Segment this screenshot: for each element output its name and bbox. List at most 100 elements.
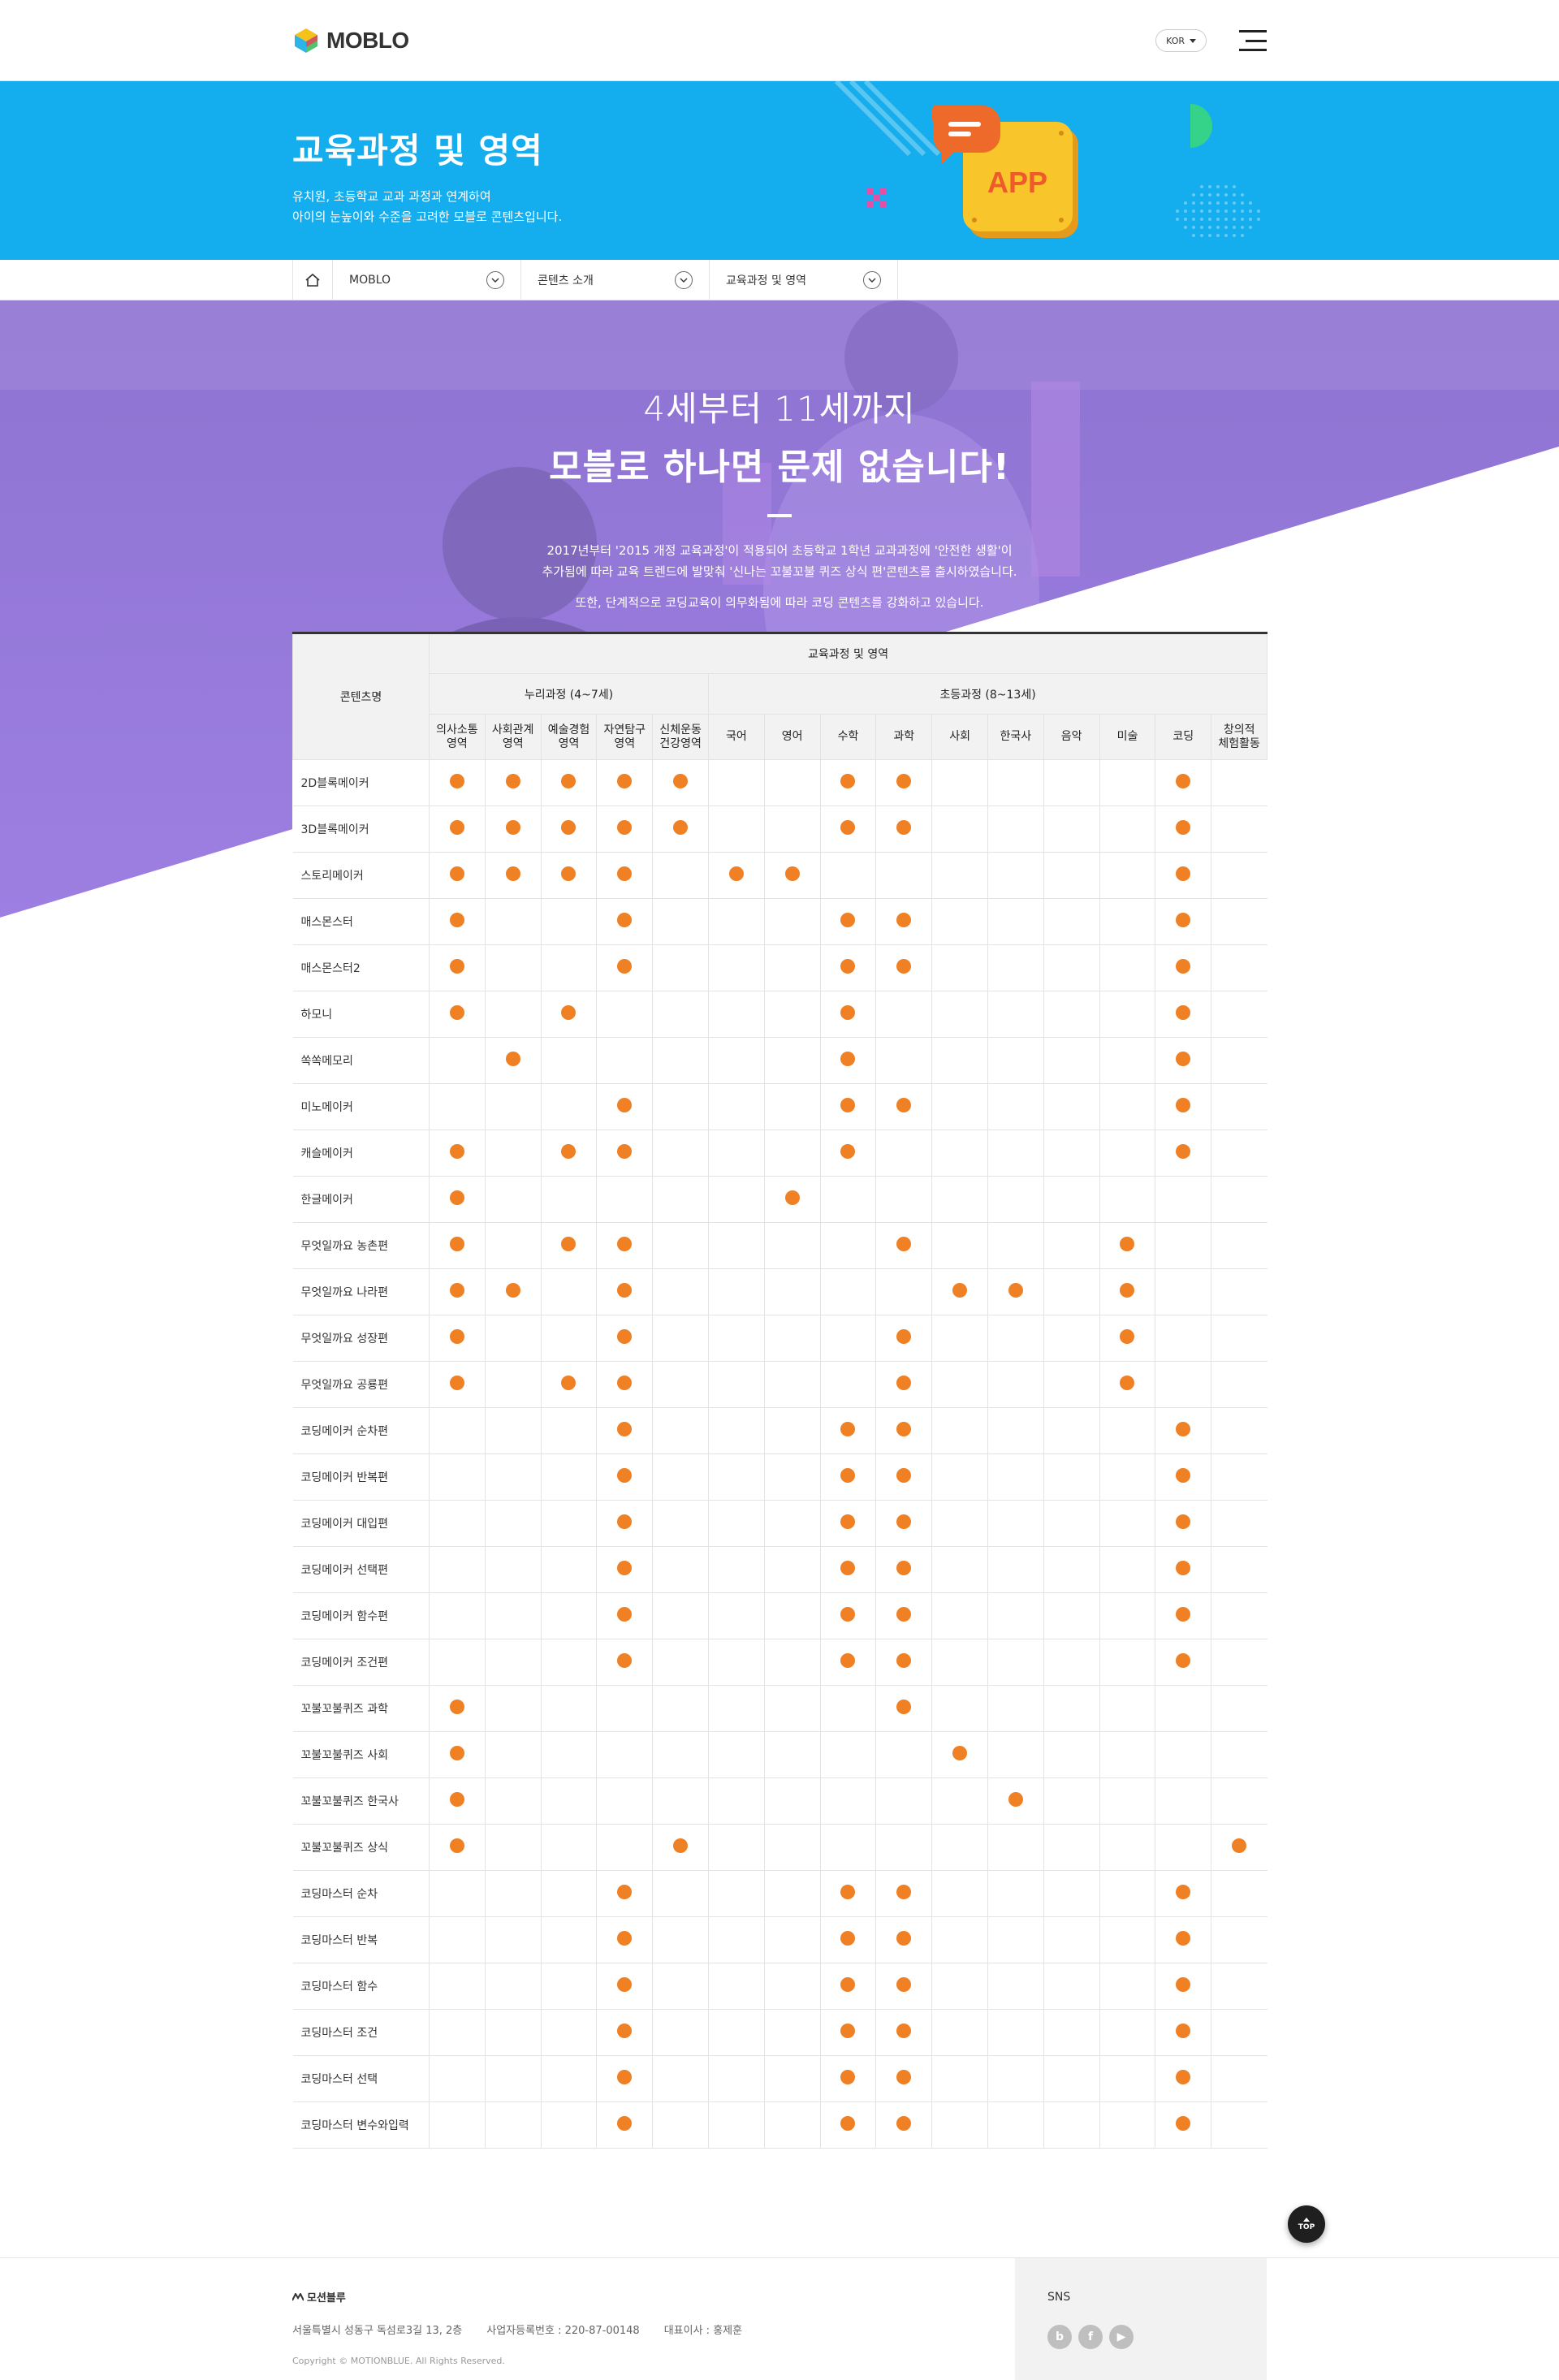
table-cell <box>931 2101 988 2149</box>
table-row: 매스몬스터 <box>292 898 1267 945</box>
table-cell <box>931 1777 988 1825</box>
footer-ceo: 대표이사 : 홍제훈 <box>663 2325 743 2337</box>
table-cell <box>1043 1176 1100 1223</box>
table-cell <box>764 1592 821 1639</box>
table-cell <box>764 1315 821 1362</box>
table-cell <box>764 852 821 899</box>
table-cell <box>931 991 988 1038</box>
col-header-subject-text: 미술 <box>1116 730 1138 743</box>
mark-dot <box>561 866 577 881</box>
table-cell <box>764 1963 821 2010</box>
table-cell <box>1211 1777 1267 1825</box>
youtube-icon[interactable]: ▶ <box>1109 2325 1134 2349</box>
table-cell <box>1099 1546 1156 1593</box>
table-cell <box>820 2009 877 2056</box>
table-cell <box>931 1685 988 1732</box>
table-cell <box>1155 1361 1212 1408</box>
table-cell <box>1043 1500 1100 1547</box>
content-name: 코딩메이커 반복편 <box>292 1453 430 1501</box>
table-cell <box>485 1592 542 1639</box>
breadcrumb-item-content[interactable]: 콘텐츠 소개 <box>521 260 710 300</box>
hero-paragraph: 2017년부터 '2015 개정 교육과정'이 적용되어 초등학교 1학년 교과… <box>0 540 1559 582</box>
table-cell <box>987 1407 1044 1454</box>
mark-dot <box>617 1237 633 1251</box>
table-cell <box>596 1130 654 1177</box>
table-cell <box>708 1453 765 1501</box>
table-row: 코딩마스터 반복 <box>292 1916 1267 1963</box>
home-icon[interactable] <box>292 260 333 300</box>
table-cell <box>820 1315 877 1362</box>
col-header-subject-text: 신체운동 <box>659 723 702 736</box>
mark-dot <box>561 820 577 835</box>
table-cell <box>1043 1407 1100 1454</box>
table-cell <box>820 2055 877 2102</box>
table-cell <box>485 1453 542 1501</box>
logo[interactable]: MOBLO <box>292 27 409 54</box>
table-cell <box>931 1407 988 1454</box>
table-cell <box>1043 1222 1100 1269</box>
table-row: 무엇일까요 성장편 <box>292 1315 1267 1362</box>
mark-dot <box>617 1977 633 1992</box>
col-header-subject-text: 예술경험 <box>547 723 590 736</box>
table-cell <box>987 1083 1044 1130</box>
mark-dot <box>896 1514 912 1529</box>
table-cell <box>1043 1685 1100 1732</box>
table-cell <box>875 944 933 991</box>
table-cell <box>429 806 486 853</box>
table-cell <box>1099 2101 1156 2149</box>
mark-dot <box>896 1237 912 1251</box>
table-cell <box>987 944 1044 991</box>
breadcrumb-item-moblo[interactable]: MOBLO <box>333 260 521 300</box>
content-name: 코딩메이커 조건편 <box>292 1639 430 1686</box>
mark-dot <box>505 820 520 835</box>
language-select[interactable]: KOR <box>1155 29 1207 52</box>
table-cell <box>541 1083 598 1130</box>
table-row: 캐슬메이커 <box>292 1130 1267 1177</box>
table-cell <box>1155 1592 1212 1639</box>
content-name: 무엇일까요 공룡편 <box>292 1361 430 1408</box>
mark-dot <box>561 1005 577 1020</box>
table-cell <box>1155 1731 1212 1778</box>
mark-dot <box>1176 1931 1191 1946</box>
logo-text: MOBLO <box>326 28 409 53</box>
table-cell <box>931 2009 988 2056</box>
breadcrumb-item-curriculum[interactable]: 교육과정 및 영역 <box>710 260 898 300</box>
table-row: 무엇일까요 공룡편 <box>292 1361 1267 1408</box>
mark-dot <box>449 820 464 835</box>
table-cell <box>875 2009 933 2056</box>
table-cell <box>1155 1037 1212 1084</box>
table-cell <box>429 1639 486 1686</box>
col-header-subject-text: 체험활동 <box>1218 736 1260 750</box>
table-cell <box>1043 1130 1100 1177</box>
col-header-subject: 과학 <box>875 714 933 760</box>
breadcrumb-label: 콘텐츠 소개 <box>538 274 594 287</box>
table-cell <box>708 1777 765 1825</box>
table-cell <box>1099 759 1156 806</box>
sns-label: SNS <box>1047 2291 1071 2304</box>
table-cell <box>820 1361 877 1408</box>
table-cell <box>708 1083 765 1130</box>
table-cell <box>1155 2101 1212 2149</box>
scroll-top-button[interactable]: TOP <box>1288 2205 1325 2243</box>
col-header-subject: 사회 <box>931 714 988 760</box>
table-cell <box>1043 1916 1100 1963</box>
blog-icon[interactable]: b <box>1047 2325 1072 2349</box>
table-cell <box>429 1037 486 1084</box>
mark-dot <box>896 820 912 835</box>
table-cell <box>987 1176 1044 1223</box>
banner-desc-line: 유치원, 초등학교 교과 과정과 연계하여 <box>292 189 491 204</box>
facebook-icon[interactable]: f <box>1078 2325 1103 2349</box>
mark-dot <box>1008 1283 1023 1298</box>
footer-address-row: 서울특별시 성동구 독섬로3길 13, 2층 사업자등록번호 : 220-87-… <box>292 2322 742 2337</box>
table-cell <box>1043 1870 1100 1917</box>
content-name: 무엇일까요 성장편 <box>292 1315 430 1362</box>
table-cell <box>1211 1963 1267 2010</box>
mark-dot <box>617 2070 633 2084</box>
table-cell <box>987 1361 1044 1408</box>
hamburger-menu-icon[interactable] <box>1239 30 1267 51</box>
table-cell <box>875 1130 933 1177</box>
mark-dot <box>728 866 744 881</box>
table-cell <box>1043 898 1100 945</box>
mark-dot <box>896 1977 912 1992</box>
mark-dot <box>896 1422 912 1436</box>
